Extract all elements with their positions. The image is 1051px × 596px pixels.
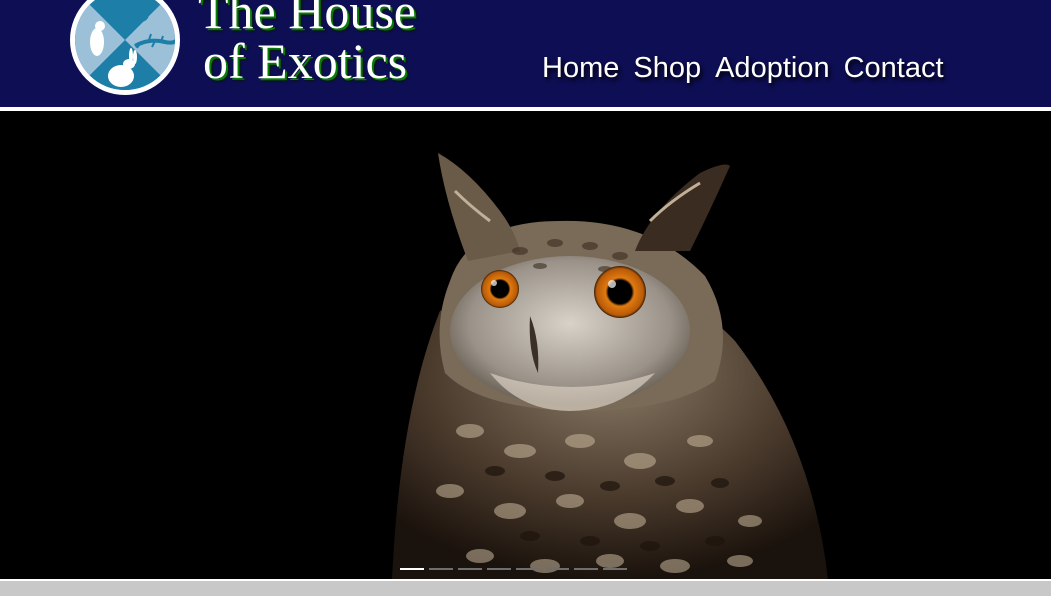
brand-title-line1: The House	[198, 0, 416, 39]
nav-contact-link[interactable]: Contact	[844, 50, 944, 86]
main-nav: Home Shop Adoption Contact	[542, 50, 944, 86]
nav-adoption-link[interactable]: Adoption	[715, 50, 830, 86]
nav-shop-link[interactable]: Shop	[633, 50, 701, 86]
site-logo-icon[interactable]	[69, 0, 181, 96]
slide-indicator-8[interactable]	[603, 568, 627, 570]
brand-title-line2: of Exotics	[203, 33, 408, 89]
slide-indicator-4[interactable]	[487, 568, 511, 570]
grey-band	[0, 581, 1051, 596]
slide-indicator-6[interactable]	[545, 568, 569, 570]
slide-indicator-7[interactable]	[574, 568, 598, 570]
section-divider	[0, 579, 1051, 596]
slide-indicator-1[interactable]	[400, 568, 424, 570]
slider-indicators	[400, 568, 627, 570]
slide-indicator-3[interactable]	[458, 568, 482, 570]
hero-slider[interactable]	[0, 111, 1051, 579]
site-header: The House of Exotics Home Shop Adoption …	[0, 0, 1051, 107]
slide-indicator-2[interactable]	[429, 568, 453, 570]
nav-home-link[interactable]: Home	[542, 50, 619, 86]
slide-indicator-5[interactable]	[516, 568, 540, 570]
brand-title[interactable]: The House of Exotics	[198, 0, 416, 86]
owl-photo	[392, 153, 828, 579]
